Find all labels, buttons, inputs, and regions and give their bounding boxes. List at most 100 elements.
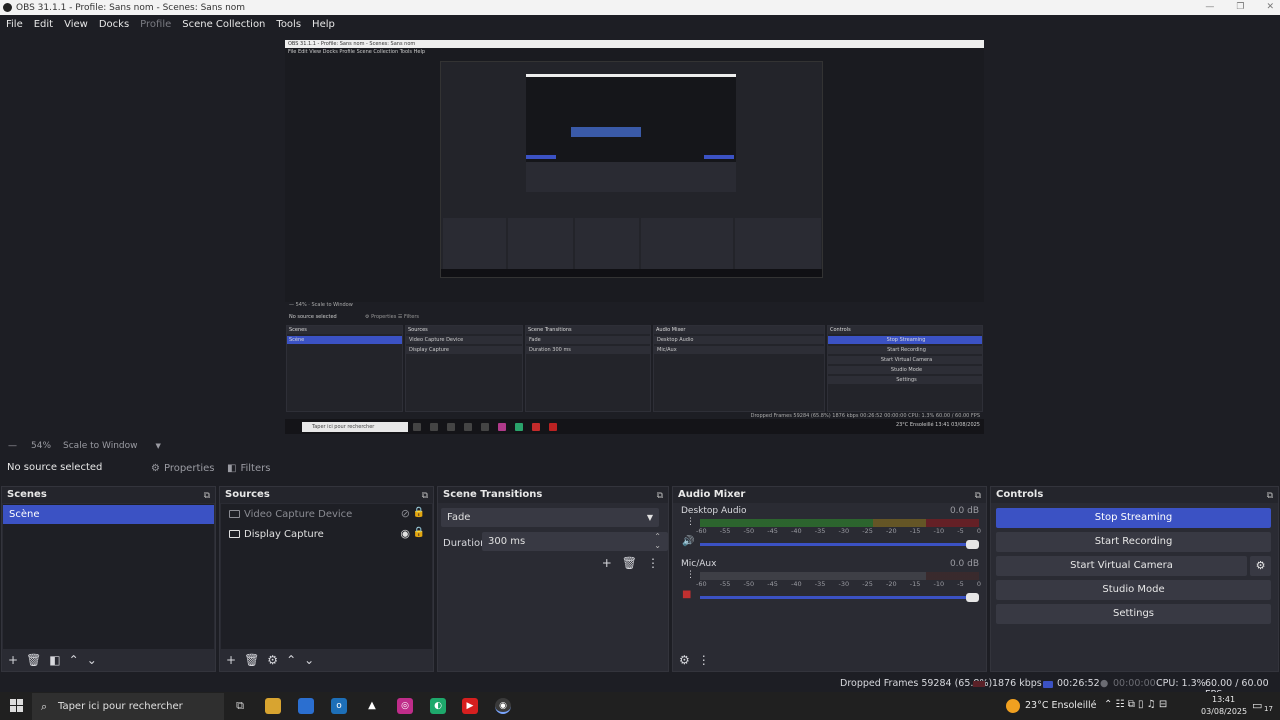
- more-icon[interactable]: ⋮: [686, 517, 695, 527]
- scale-mode-select[interactable]: Scale to Window: [63, 441, 137, 451]
- start-recording-button[interactable]: Start Recording: [996, 532, 1271, 552]
- menu-docks[interactable]: Docks: [99, 19, 129, 30]
- arrow-up-icon[interactable]: ⌃: [286, 653, 296, 667]
- zoom-bar: — 54% Scale to Window ▼: [0, 439, 1280, 453]
- nested-scenes: Scenes Scène: [286, 325, 403, 412]
- chevron-down-icon[interactable]: ▼: [155, 442, 160, 450]
- app-icon[interactable]: ▲: [364, 698, 380, 714]
- maximize-button[interactable]: ❐: [1236, 0, 1244, 15]
- arrow-down-icon[interactable]: ⌄: [87, 653, 97, 667]
- controls-body: Stop Streaming Start Recording Start Vir…: [992, 504, 1277, 671]
- instagram-icon[interactable]: ◎: [397, 698, 413, 714]
- windows-start-icon[interactable]: [10, 699, 23, 712]
- more-icon[interactable]: ⋮: [698, 653, 710, 667]
- trash-icon[interactable]: 🗑: [26, 653, 41, 667]
- filters-button[interactable]: ◧ Filters: [227, 459, 270, 477]
- studio-mode-button[interactable]: Studio Mode: [996, 580, 1271, 600]
- transitions-header: Scene Transitions ⧉: [438, 487, 668, 503]
- preview-canvas[interactable]: OBS 31.1.1 - Profile: Sans nom - Scenes:…: [0, 33, 1280, 437]
- channel-db: 0.0 dB: [949, 506, 979, 516]
- eye-icon[interactable]: ◉: [400, 527, 410, 540]
- title-bar: OBS 31.1.1 - Profile: Sans nom - Scenes:…: [0, 0, 1280, 15]
- duration-input[interactable]: 300 ms: [482, 532, 668, 551]
- store-icon[interactable]: [298, 698, 314, 714]
- undock-icon[interactable]: ⧉: [657, 488, 663, 504]
- cpu-usage: CPU: 1.3%: [1156, 678, 1206, 689]
- tray-icons[interactable]: ⌃ ☷ ⧉ ▯ ♫ ⊟: [1104, 699, 1167, 710]
- more-icon[interactable]: ⋮: [686, 570, 695, 580]
- nested-menu: File Edit View Docks Profile Scene Colle…: [288, 49, 426, 55]
- nested-title: OBS 31.1.1 - Profile: Sans nom - Scenes:…: [285, 40, 984, 48]
- arrow-down-icon[interactable]: ⌄: [304, 653, 314, 667]
- meter-ticks: -60 -55 -50 -45 -40 -35 -30 -25 -20 -15 -10 -5 0: [696, 580, 981, 588]
- weather-text[interactable]: 23°C Ensoleillé: [1025, 700, 1097, 711]
- trash-icon[interactable]: 🗑: [622, 556, 637, 570]
- chat-app-icon[interactable]: ◐: [430, 698, 446, 714]
- mixer-body: Desktop Audio 0.0 dB ⋮ -60 -55 -50 -45 -40 -3…: [674, 504, 985, 649]
- start-virtual-camera-button[interactable]: Start Virtual Camera: [996, 556, 1247, 576]
- arrow-up-icon[interactable]: ⌃: [69, 653, 79, 667]
- task-view-icon[interactable]: ⧉: [232, 698, 248, 714]
- gear-icon[interactable]: ⚙: [267, 653, 278, 667]
- speaker-muted-icon[interactable]: ■: [682, 589, 691, 600]
- menu-tools[interactable]: Tools: [276, 19, 301, 30]
- youtube-icon[interactable]: ▶: [462, 698, 478, 714]
- window-controls: — ❐ ✕: [1205, 0, 1274, 15]
- menu-scene-collection[interactable]: Scene Collection: [182, 19, 265, 30]
- source-item-video-capture[interactable]: Video Capture Device ⊘ 🔒: [221, 504, 432, 524]
- chevron-down-icon: ▼: [646, 513, 653, 522]
- volume-slider[interactable]: [700, 540, 979, 549]
- settings-button[interactable]: Settings: [996, 604, 1271, 624]
- filter-icon[interactable]: ◧: [49, 653, 60, 667]
- menu-file[interactable]: File: [6, 19, 23, 30]
- nested-transitions: Scene Transitions Fade Duration 300 ms: [525, 325, 651, 412]
- weather-sun-icon: [1006, 699, 1020, 713]
- clock-time[interactable]: 13:41: [1212, 695, 1235, 704]
- properties-button[interactable]: ⚙ Properties: [151, 459, 215, 477]
- menu-edit[interactable]: Edit: [34, 19, 53, 30]
- add-icon[interactable]: +: [602, 556, 612, 570]
- gear-icon: ⚙: [151, 462, 160, 474]
- nested-no-source: No source selected: [289, 314, 337, 320]
- volume-slider[interactable]: [700, 593, 979, 602]
- lock-icon[interactable]: 🔒: [413, 527, 425, 538]
- channel-name: Mic/Aux: [681, 559, 717, 569]
- zoom-out-button[interactable]: —: [8, 441, 17, 451]
- duration-spinner[interactable]: ⌃ ⌄: [654, 532, 661, 550]
- stream-time: 00:26:52: [1057, 678, 1100, 689]
- gear-icon[interactable]: ⚙: [679, 653, 690, 667]
- minimize-button[interactable]: —: [1205, 0, 1214, 15]
- close-button[interactable]: ✕: [1266, 0, 1274, 15]
- notification-icon[interactable]: ▭: [1252, 699, 1262, 712]
- speaker-icon[interactable]: 🔊: [682, 536, 694, 547]
- more-icon[interactable]: ⋮: [647, 556, 659, 570]
- undock-icon[interactable]: ⧉: [422, 488, 428, 504]
- undock-icon[interactable]: ⧉: [975, 488, 981, 504]
- stream-icon: [1043, 681, 1053, 688]
- trash-icon[interactable]: 🗑: [244, 653, 259, 667]
- add-icon[interactable]: +: [226, 653, 236, 667]
- source-item-display-capture[interactable]: Display Capture ◉ 🔒: [221, 524, 432, 544]
- slider-handle: [966, 593, 979, 602]
- obs-taskbar-icon[interactable]: ◉: [495, 698, 511, 714]
- menu-help[interactable]: Help: [312, 19, 335, 30]
- undock-icon[interactable]: ⧉: [1267, 488, 1273, 504]
- add-icon[interactable]: +: [8, 653, 18, 667]
- lock-icon[interactable]: 🔒: [413, 507, 425, 518]
- taskbar-search[interactable]: ⌕ Taper ici pour rechercher: [32, 693, 224, 720]
- transitions-dock: Scene Transitions ⧉ Fade ▼ Duration 300 ms…: [437, 486, 669, 672]
- outlook-icon[interactable]: o: [331, 698, 347, 714]
- file-explorer-icon[interactable]: [265, 698, 281, 714]
- scene-item[interactable]: Scène: [3, 505, 214, 524]
- volume-meter: [700, 519, 979, 527]
- transition-select[interactable]: Fade ▼: [441, 508, 659, 527]
- stop-streaming-button[interactable]: Stop Streaming: [996, 508, 1271, 528]
- clock-date[interactable]: 03/08/2025: [1201, 707, 1247, 716]
- virtual-camera-settings-button[interactable]: ⚙: [1250, 556, 1271, 576]
- menu-profile[interactable]: Profile: [140, 19, 171, 30]
- transitions-body: Fade ▼ Duration 300 ms ⌃ ⌄ + 🗑 ⋮: [439, 504, 668, 671]
- menu-view[interactable]: View: [64, 19, 88, 30]
- eye-hidden-icon[interactable]: ⊘: [401, 507, 410, 520]
- undock-icon[interactable]: ⧉: [204, 488, 210, 504]
- monitor-icon: [229, 530, 240, 538]
